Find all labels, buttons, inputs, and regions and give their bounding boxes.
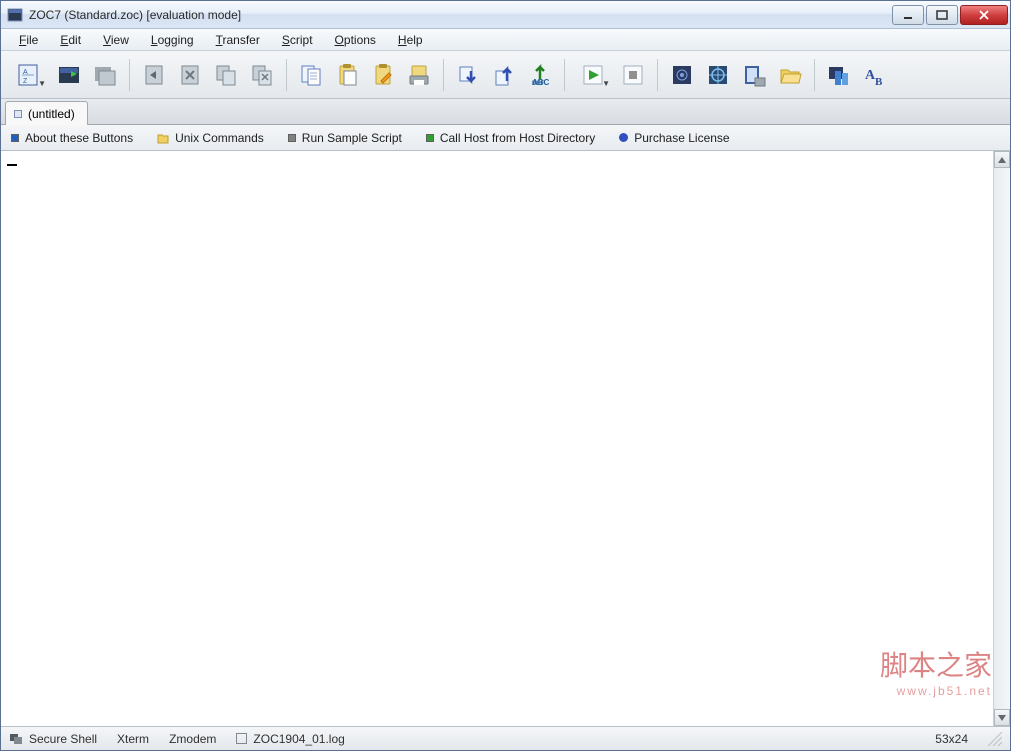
status-emulation[interactable]: Xterm: [117, 732, 149, 746]
svg-text:B: B: [875, 76, 883, 87]
menu-edit[interactable]: Edit: [50, 31, 91, 49]
session-profile-button[interactable]: [666, 59, 698, 91]
upload-button[interactable]: [488, 59, 520, 91]
toolbar-separator: [443, 59, 444, 91]
menu-help[interactable]: Help: [388, 31, 433, 49]
font-settings-button[interactable]: AB: [859, 59, 891, 91]
download-button[interactable]: [452, 59, 484, 91]
paste-button[interactable]: [331, 59, 363, 91]
terminal-cursor: [7, 164, 17, 166]
svg-text:Z: Z: [23, 78, 28, 85]
toolbar-separator: [286, 59, 287, 91]
host-directory-button[interactable]: AZ▼: [9, 59, 49, 91]
new-window-button[interactable]: [89, 59, 121, 91]
scrollback-button[interactable]: [738, 59, 770, 91]
titlebar[interactable]: ZOC7 (Standard.zoc) [evaluation mode]: [1, 1, 1010, 29]
toolbar-separator: [129, 59, 130, 91]
checkbox-icon: [236, 733, 247, 744]
tabbar: (untitled): [1, 99, 1010, 125]
edit-clipboard-button[interactable]: [367, 59, 399, 91]
status-protocol[interactable]: Secure Shell: [9, 732, 97, 746]
main-window: ZOC7 (Standard.zoc) [evaluation mode] Fi…: [0, 0, 1011, 751]
paste-back-button[interactable]: [138, 59, 170, 91]
tab-untitled[interactable]: (untitled): [5, 101, 88, 125]
menu-logging[interactable]: Logging: [141, 31, 204, 49]
open-folder-button[interactable]: [774, 59, 806, 91]
quickbar-about[interactable]: About these Buttons: [11, 131, 133, 145]
toolbar-separator: [564, 59, 565, 91]
quick-connect-button[interactable]: [53, 59, 85, 91]
copy-back-button[interactable]: [210, 59, 242, 91]
print-clipboard-button[interactable]: [403, 59, 435, 91]
tab-label: (untitled): [28, 107, 75, 121]
maximize-button[interactable]: [926, 5, 958, 25]
square-icon: [426, 134, 434, 142]
app-icon: [7, 7, 23, 23]
delete-button[interactable]: [174, 59, 206, 91]
statusbar: Secure Shell Xterm Zmodem ZOC1904_01.log…: [1, 726, 1010, 750]
terminal-area: 脚本之家 www.jb51.net: [1, 151, 1010, 726]
toolbar-separator: [657, 59, 658, 91]
menubar: File Edit View Logging Transfer Script O…: [1, 29, 1010, 51]
tab-status-icon: [14, 110, 22, 118]
status-logfile[interactable]: ZOC1904_01.log: [236, 732, 344, 746]
square-icon: [11, 134, 19, 142]
copy-delete-button[interactable]: [246, 59, 278, 91]
quickbar-callhost[interactable]: Call Host from Host Directory: [426, 131, 595, 145]
resize-grip-icon[interactable]: [988, 732, 1002, 746]
square-icon: [288, 134, 296, 142]
quickbar-purchase[interactable]: Purchase License: [619, 131, 729, 145]
close-button[interactable]: [960, 5, 1008, 25]
color-settings-button[interactable]: [823, 59, 855, 91]
start-script-button[interactable]: ▼: [573, 59, 613, 91]
svg-text:DEF: DEF: [532, 81, 544, 87]
program-settings-button[interactable]: [702, 59, 734, 91]
scroll-up-button[interactable]: [994, 151, 1010, 168]
quickbar-sample[interactable]: Run Sample Script: [288, 131, 402, 145]
menu-view[interactable]: View: [93, 31, 139, 49]
minimize-button[interactable]: [892, 5, 924, 25]
toolbar-separator: [814, 59, 815, 91]
toolbar: AZ▼ ABCDEF ▼ AB: [1, 51, 1010, 99]
status-size: 53x24: [935, 732, 968, 746]
circle-icon: [619, 133, 628, 142]
vertical-scrollbar[interactable]: [993, 151, 1010, 726]
menu-options[interactable]: Options: [325, 31, 386, 49]
scroll-track[interactable]: [994, 168, 1010, 709]
status-transfer[interactable]: Zmodem: [169, 732, 216, 746]
text-upload-button[interactable]: ABCDEF: [524, 59, 556, 91]
menu-file[interactable]: File: [9, 31, 48, 49]
menu-transfer[interactable]: Transfer: [206, 31, 270, 49]
copy-button[interactable]: [295, 59, 327, 91]
scroll-down-button[interactable]: [994, 709, 1010, 726]
quickbar: About these Buttons Unix Commands Run Sa…: [1, 125, 1010, 151]
terminal[interactable]: [1, 151, 993, 726]
quickbar-unix[interactable]: Unix Commands: [157, 131, 264, 145]
window-controls: [890, 5, 1008, 25]
shell-icon: [9, 732, 23, 746]
menu-script[interactable]: Script: [272, 31, 323, 49]
folder-icon: [157, 132, 169, 144]
stop-script-button[interactable]: [617, 59, 649, 91]
window-title: ZOC7 (Standard.zoc) [evaluation mode]: [29, 8, 890, 22]
